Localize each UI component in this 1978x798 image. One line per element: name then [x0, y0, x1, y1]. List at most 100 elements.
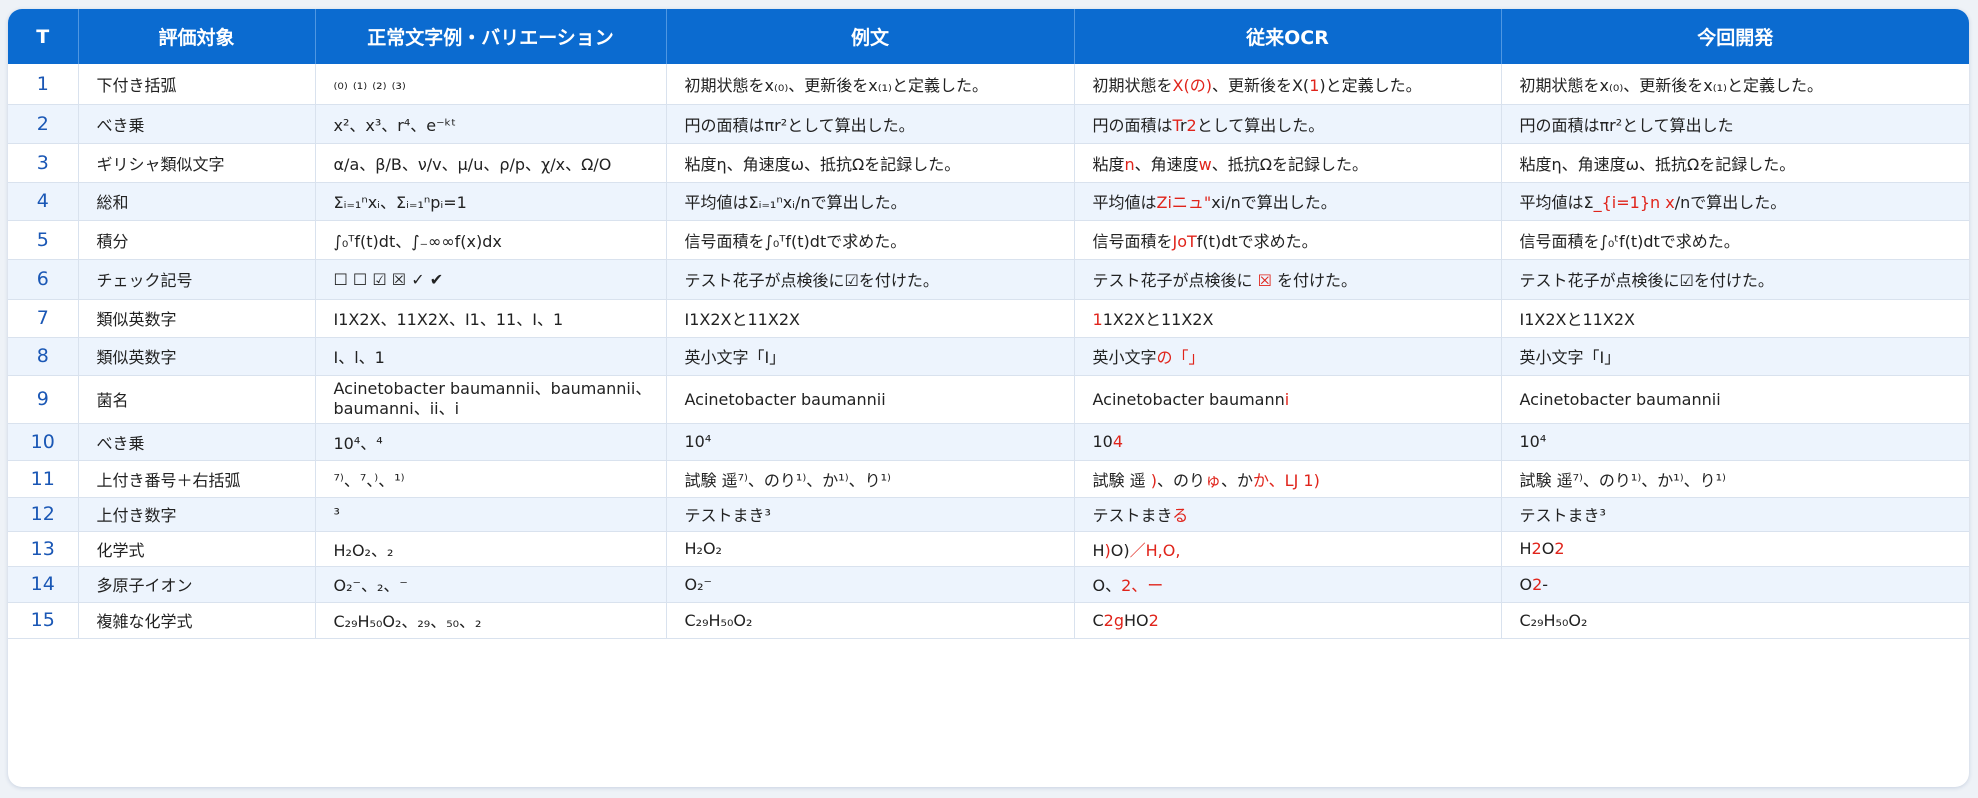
- row-number: 13: [8, 531, 79, 567]
- result-text: HO: [1124, 610, 1149, 630]
- normal-variants: O₂⁻、₂、⁻: [315, 566, 667, 603]
- result-text: 、更新後をX(: [1211, 75, 1310, 95]
- new-dev-result: H2O2: [1501, 531, 1969, 567]
- result-text: xi/nで算出した。: [1211, 193, 1337, 212]
- example-sentence: 平均値はΣᵢ₌₁ⁿxᵢ/nで算出した。: [666, 182, 1075, 221]
- error-text: 2g: [1103, 610, 1125, 630]
- result-text: 試験 遥: [1092, 470, 1151, 490]
- result-text: テスト花子が点検後に☑を付けた。: [1519, 271, 1774, 290]
- error-text: ／H,O,: [1129, 540, 1181, 560]
- normal-variants: ∫₀ᵀf(t)dt、∫₋∞∞f(x)dx: [315, 220, 667, 260]
- error-text: JoT: [1172, 231, 1197, 251]
- error-text: _{i=1}n x: [1593, 193, 1675, 212]
- result-text: O、: [1092, 576, 1122, 595]
- example-sentence: 英小文字「I」: [666, 337, 1075, 376]
- result-text: 粘度η、角速度ω、抵抗Ωを記録した。: [1519, 154, 1796, 174]
- header-no[interactable]: T: [8, 9, 79, 64]
- normal-variants: I、l、1: [315, 337, 667, 376]
- evaluation-target: べき乗: [78, 423, 316, 461]
- result-text: テストまき: [1092, 506, 1173, 525]
- row-number: 14: [8, 566, 79, 603]
- error-text: ゅ: [1204, 470, 1221, 490]
- evaluation-target: 総和: [78, 182, 316, 221]
- table-row: 1 下付き括弧 ₍₀₎ ₍₁₎ ₍₂₎ ₍₃₎ 初期状態をx₍₀₎、更新後をx₍₁₎と…: [8, 64, 1969, 105]
- example-sentence: H₂O₂: [666, 531, 1075, 567]
- legacy-ocr-result: C2gHO2: [1074, 602, 1502, 639]
- error-text: 2: [1186, 115, 1197, 135]
- new-dev-result: O2-: [1501, 566, 1969, 603]
- header-variants[interactable]: 正常文字例・バリエーション: [315, 9, 667, 64]
- result-text: C: [1092, 610, 1104, 630]
- error-text: る: [1172, 506, 1189, 525]
- result-text: 円の面積はπr²として算出した: [1519, 115, 1734, 135]
- result-text: Acinetobacter baumann: [1092, 389, 1285, 409]
- error-text: 2、ー: [1121, 576, 1164, 595]
- result-text: 、抵抗Ωを記録した。: [1211, 154, 1368, 174]
- result-text: 初期状態をx₍₀₎、更新後をx₍₁₎と定義した。: [1519, 75, 1824, 95]
- error-text: w: [1198, 154, 1212, 174]
- evaluation-target: 上付き番号＋右括弧: [78, 460, 316, 498]
- header-target[interactable]: 評価対象: [78, 9, 316, 64]
- result-text: テストまき³: [1519, 506, 1606, 525]
- legacy-ocr-result: 英小文字の「」: [1074, 337, 1502, 376]
- evaluation-target: べき乗: [78, 104, 316, 144]
- table-row: 3 ギリシャ類似文字 α/a、β/B、ν/v、μ/u、ρ/p、χ/x、Ω/O 粘度η、…: [8, 143, 1969, 183]
- evaluation-target: 多原子イオン: [78, 566, 316, 603]
- result-text: 試験 遥⁷⁾、のり¹⁾、か¹⁾、り¹⁾: [1519, 470, 1726, 490]
- legacy-ocr-result: 104: [1074, 423, 1502, 461]
- normal-variants: 10⁴、⁴: [315, 423, 667, 461]
- table-row: 4 総和 Σᵢ₌₁ⁿxᵢ、Σᵢ₌₁ⁿpᵢ=1 平均値はΣᵢ₌₁ⁿxᵢ/nで算出した。平…: [8, 182, 1969, 221]
- result-text: O: [1541, 539, 1555, 558]
- result-text: 英小文字「I」: [1519, 348, 1621, 367]
- example-sentence: 信号面積を∫₀ᵀf(t)dtで求めた。: [666, 220, 1075, 260]
- normal-variants: ⁷⁾、⁷、⁾、¹⁾: [315, 460, 667, 498]
- table-header-row: T 評価対象 正常文字例・バリエーション 例文 従来OCR 今回開発: [8, 9, 1969, 64]
- new-dev-result: 試験 遥⁷⁾、のり¹⁾、か¹⁾、り¹⁾: [1501, 460, 1969, 498]
- legacy-ocr-result: テスト花子が点検後に ☒ を付けた。: [1074, 259, 1502, 300]
- new-dev-result: 英小文字「I」: [1501, 337, 1969, 376]
- result-text: H: [1092, 540, 1105, 560]
- row-number: 15: [8, 602, 79, 639]
- result-text: H: [1519, 539, 1532, 558]
- result-text: 、か: [1220, 470, 1253, 490]
- row-number: 10: [8, 423, 79, 461]
- evaluation-target: 下付き括弧: [78, 64, 316, 105]
- error-text: n: [1124, 154, 1135, 174]
- legacy-ocr-result: 平均値はZiニュ"xi/nで算出した。: [1074, 182, 1502, 221]
- legacy-ocr-result: 粘度n、角速度w、抵抗Ωを記録した。: [1074, 143, 1502, 183]
- result-text: 平均値はΣ: [1519, 193, 1594, 212]
- header-new-dev[interactable]: 今回開発: [1501, 9, 1969, 64]
- row-number: 12: [8, 497, 79, 532]
- normal-variants: H₂O₂、₂: [315, 531, 667, 567]
- new-dev-result: 信号面積を∫₀ᵗf(t)dtで求めた。: [1501, 220, 1969, 260]
- table-row: 5 積分 ∫₀ᵀf(t)dt、∫₋∞∞f(x)dx 信号面積を∫₀ᵀf(t)dtで求め…: [8, 220, 1969, 260]
- legacy-ocr-result: テストまきる: [1074, 497, 1502, 532]
- error-text: i: [1284, 389, 1290, 409]
- result-text: 粘度: [1092, 154, 1125, 174]
- table-row: 11 上付き番号＋右括弧 ⁷⁾、⁷、⁾、¹⁾ 試験 遥⁷⁾、のり¹⁾、か¹⁾、り¹⁾ 試…: [8, 460, 1969, 498]
- row-number: 4: [8, 182, 79, 221]
- header-legacy-ocr[interactable]: 従来OCR: [1074, 9, 1502, 64]
- example-sentence: 粘度η、角速度ω、抵抗Ωを記録した。: [666, 143, 1075, 183]
- new-dev-result: C₂₉H₅₀O₂: [1501, 602, 1969, 639]
- example-sentence: テストまき³: [666, 497, 1075, 532]
- error-text: 1: [1092, 310, 1103, 329]
- row-number: 8: [8, 337, 79, 376]
- new-dev-result: テストまき³: [1501, 497, 1969, 532]
- result-text: として算出した。: [1196, 115, 1325, 135]
- result-text: 信号面積を: [1092, 231, 1173, 251]
- table-row: 6 チェック記号 ☐ ☐ ☑ ☒ ✓ ✔ テスト花子が点検後に☑を付けた。 テスト花子が…: [8, 259, 1969, 300]
- evaluation-target: チェック記号: [78, 259, 316, 300]
- normal-variants: Σᵢ₌₁ⁿxᵢ、Σᵢ₌₁ⁿpᵢ=1: [315, 182, 667, 221]
- header-example[interactable]: 例文: [666, 9, 1075, 64]
- evaluation-target: 類似英数字: [78, 299, 316, 338]
- error-text: X(の): [1172, 75, 1212, 95]
- result-text: 信号面積を∫₀ᵗf(t)dtで求めた。: [1519, 231, 1740, 251]
- evaluation-target: ギリシャ類似文字: [78, 143, 316, 183]
- error-text: 2: [1554, 539, 1565, 558]
- row-number: 7: [8, 299, 79, 338]
- normal-variants: C₂₉H₅₀O₂、₂₉、₅₀、₂: [315, 602, 667, 639]
- table-row: 7 類似英数字 I1X2X、11X2X、I1、11、I、1 I1X2Xと11X2X 11…: [8, 299, 1969, 338]
- example-sentence: I1X2Xと11X2X: [666, 299, 1075, 338]
- result-text: r: [1179, 115, 1187, 135]
